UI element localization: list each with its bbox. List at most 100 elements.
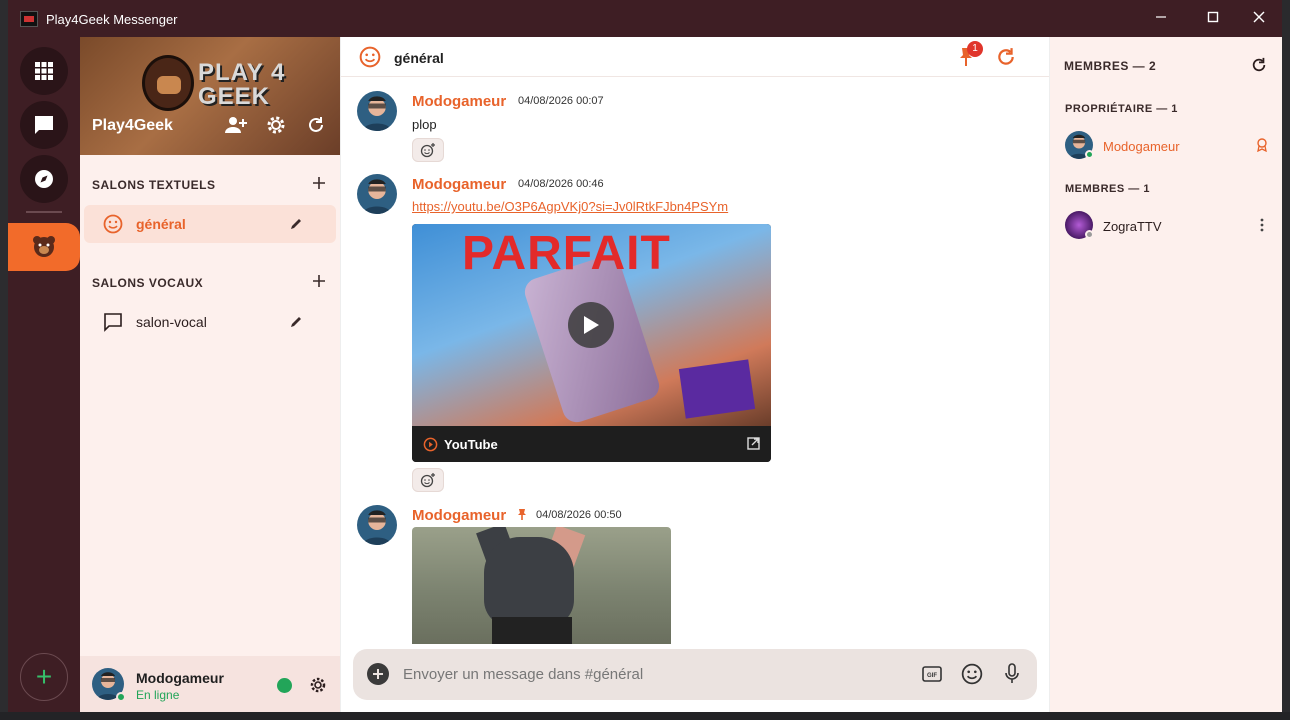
youtube-embed[interactable]: PARFAIT YouTube bbox=[412, 224, 771, 462]
minimize-icon bbox=[1156, 16, 1166, 18]
message-image[interactable] bbox=[412, 527, 671, 644]
desktop-background-right bbox=[1282, 0, 1290, 720]
current-user-name: Modogameur bbox=[136, 670, 224, 686]
explore-button[interactable] bbox=[20, 155, 68, 203]
user-settings-button[interactable] bbox=[309, 676, 327, 694]
chat-bubble-icon bbox=[35, 116, 53, 134]
members-section-header: MEMBRES — 1 bbox=[1065, 183, 1150, 195]
member-name[interactable]: ZograTTV bbox=[1103, 219, 1162, 234]
emoji-button[interactable] bbox=[961, 663, 983, 685]
current-user-status: En ligne bbox=[136, 688, 180, 702]
owner-section-header: PROPRIÉTAIRE — 1 bbox=[1065, 103, 1178, 115]
close-button[interactable] bbox=[1244, 8, 1274, 30]
online-status-dot bbox=[116, 692, 126, 702]
refresh-server-button[interactable] bbox=[304, 113, 328, 137]
server-banner: PLAY 4 GEEK Play4Geek bbox=[80, 37, 340, 155]
message-input[interactable] bbox=[403, 662, 903, 686]
smiley-icon bbox=[359, 46, 381, 68]
pencil-icon bbox=[291, 317, 301, 327]
message-author[interactable]: Modogameur bbox=[412, 93, 506, 110]
desktop-background-bottom bbox=[0, 712, 1290, 720]
window-title: Play4Geek Messenger bbox=[46, 12, 178, 27]
video-thumbnail[interactable]: PARFAIT bbox=[412, 224, 771, 426]
channel-general[interactable]: général bbox=[84, 205, 336, 243]
refresh-icon bbox=[309, 117, 323, 132]
server-play4geek-button[interactable] bbox=[8, 223, 80, 271]
minimize-button[interactable] bbox=[1146, 8, 1176, 30]
gif-icon: GIF bbox=[922, 666, 942, 682]
embed-footer: YouTube bbox=[412, 426, 771, 462]
voice-channels-header: SALONS VOCAUX bbox=[92, 276, 204, 290]
apps-grid-button[interactable] bbox=[20, 47, 68, 95]
refresh-chat-button[interactable] bbox=[995, 46, 1017, 68]
avatar[interactable] bbox=[357, 505, 397, 545]
add-reaction-icon bbox=[420, 143, 435, 158]
plus-icon bbox=[313, 177, 325, 189]
gif-button[interactable]: GIF bbox=[921, 663, 943, 685]
message-timestamp: 04/08/2026 00:50 bbox=[536, 509, 622, 521]
add-reaction-button[interactable] bbox=[412, 138, 444, 162]
member-menu-button[interactable] bbox=[1254, 217, 1270, 233]
gear-icon bbox=[267, 116, 285, 134]
microphone-icon bbox=[1005, 663, 1019, 683]
add-server-button[interactable]: + bbox=[20, 653, 68, 701]
plus-icon: + bbox=[35, 661, 53, 692]
speech-bubble-icon bbox=[102, 311, 124, 333]
add-voice-channel-button[interactable] bbox=[310, 272, 328, 290]
kebab-menu-icon bbox=[1260, 218, 1264, 232]
member-owner-name[interactable]: Modogameur bbox=[1103, 139, 1180, 154]
title-bar[interactable]: Play4Geek Messenger bbox=[8, 0, 1282, 37]
compass-icon bbox=[35, 170, 53, 188]
desktop-background-left bbox=[0, 0, 8, 720]
edit-channel-button[interactable] bbox=[288, 314, 304, 330]
gear-icon bbox=[310, 677, 326, 693]
message-author[interactable]: Modogameur bbox=[412, 176, 506, 193]
attach-button[interactable] bbox=[367, 663, 389, 685]
message-author[interactable]: Modogameur bbox=[412, 507, 506, 524]
message-timestamp: 04/08/2026 00:07 bbox=[518, 95, 604, 107]
refresh-icon bbox=[1252, 57, 1266, 72]
emoji-icon bbox=[961, 663, 983, 685]
pin-icon bbox=[518, 509, 526, 520]
message-link[interactable]: https://youtu.be/O3P6AgpVKj0?si=Jv0lRtkF… bbox=[412, 199, 728, 214]
bear-mascot-icon bbox=[33, 236, 55, 257]
svg-text:GIF: GIF bbox=[927, 673, 937, 679]
owner-badge-icon bbox=[1254, 137, 1270, 153]
message-text: plop bbox=[412, 117, 437, 132]
refresh-members-button[interactable] bbox=[1250, 56, 1268, 74]
channel-salon-vocal[interactable]: salon-vocal bbox=[84, 303, 336, 341]
avatar[interactable] bbox=[357, 91, 397, 131]
presence-indicator[interactable] bbox=[277, 678, 292, 693]
server-name: Play4Geek bbox=[92, 117, 173, 134]
direct-messages-button[interactable] bbox=[20, 101, 68, 149]
rail-divider bbox=[26, 211, 62, 213]
external-link-icon[interactable] bbox=[747, 437, 760, 450]
play-icon bbox=[584, 316, 599, 334]
chat-panel: général 1 Modogameur 04/08/2026 00:07 pl… bbox=[340, 37, 1050, 712]
maximize-button[interactable] bbox=[1198, 8, 1228, 30]
server-mascot-logo bbox=[142, 55, 194, 111]
chat-header: général 1 bbox=[341, 37, 1050, 77]
maximize-icon bbox=[1207, 11, 1219, 23]
plus-circle-icon bbox=[373, 669, 383, 679]
banner-wordmark: PLAY 4 GEEK bbox=[198, 59, 286, 110]
invite-user-button[interactable] bbox=[224, 113, 248, 137]
add-text-channel-button[interactable] bbox=[310, 174, 328, 192]
embed-provider: YouTube bbox=[444, 437, 498, 452]
avatar[interactable] bbox=[357, 174, 397, 214]
members-panel: MEMBRES — 2 PROPRIÉTAIRE — 1 Modogameur … bbox=[1049, 37, 1282, 712]
text-channels-header: SALONS TEXTUELS bbox=[92, 178, 216, 192]
voice-message-button[interactable] bbox=[1001, 663, 1023, 685]
add-reaction-button[interactable] bbox=[412, 468, 444, 492]
edit-channel-button[interactable] bbox=[288, 216, 304, 232]
play-button[interactable] bbox=[568, 302, 614, 348]
server-settings-button[interactable] bbox=[264, 113, 288, 137]
app-window: Play4Geek Messenger + PLAY 4 GEEK Play4G… bbox=[8, 0, 1282, 712]
online-status-dot bbox=[1085, 150, 1094, 159]
message-timestamp: 04/08/2026 00:46 bbox=[518, 178, 604, 190]
user-panel: Modogameur En ligne bbox=[80, 656, 340, 712]
channel-label: général bbox=[136, 216, 186, 232]
refresh-icon bbox=[998, 48, 1014, 65]
channel-sidebar: PLAY 4 GEEK Play4Geek SALONS TEXTUELS gé… bbox=[80, 37, 340, 712]
app-logo-icon bbox=[20, 11, 38, 27]
